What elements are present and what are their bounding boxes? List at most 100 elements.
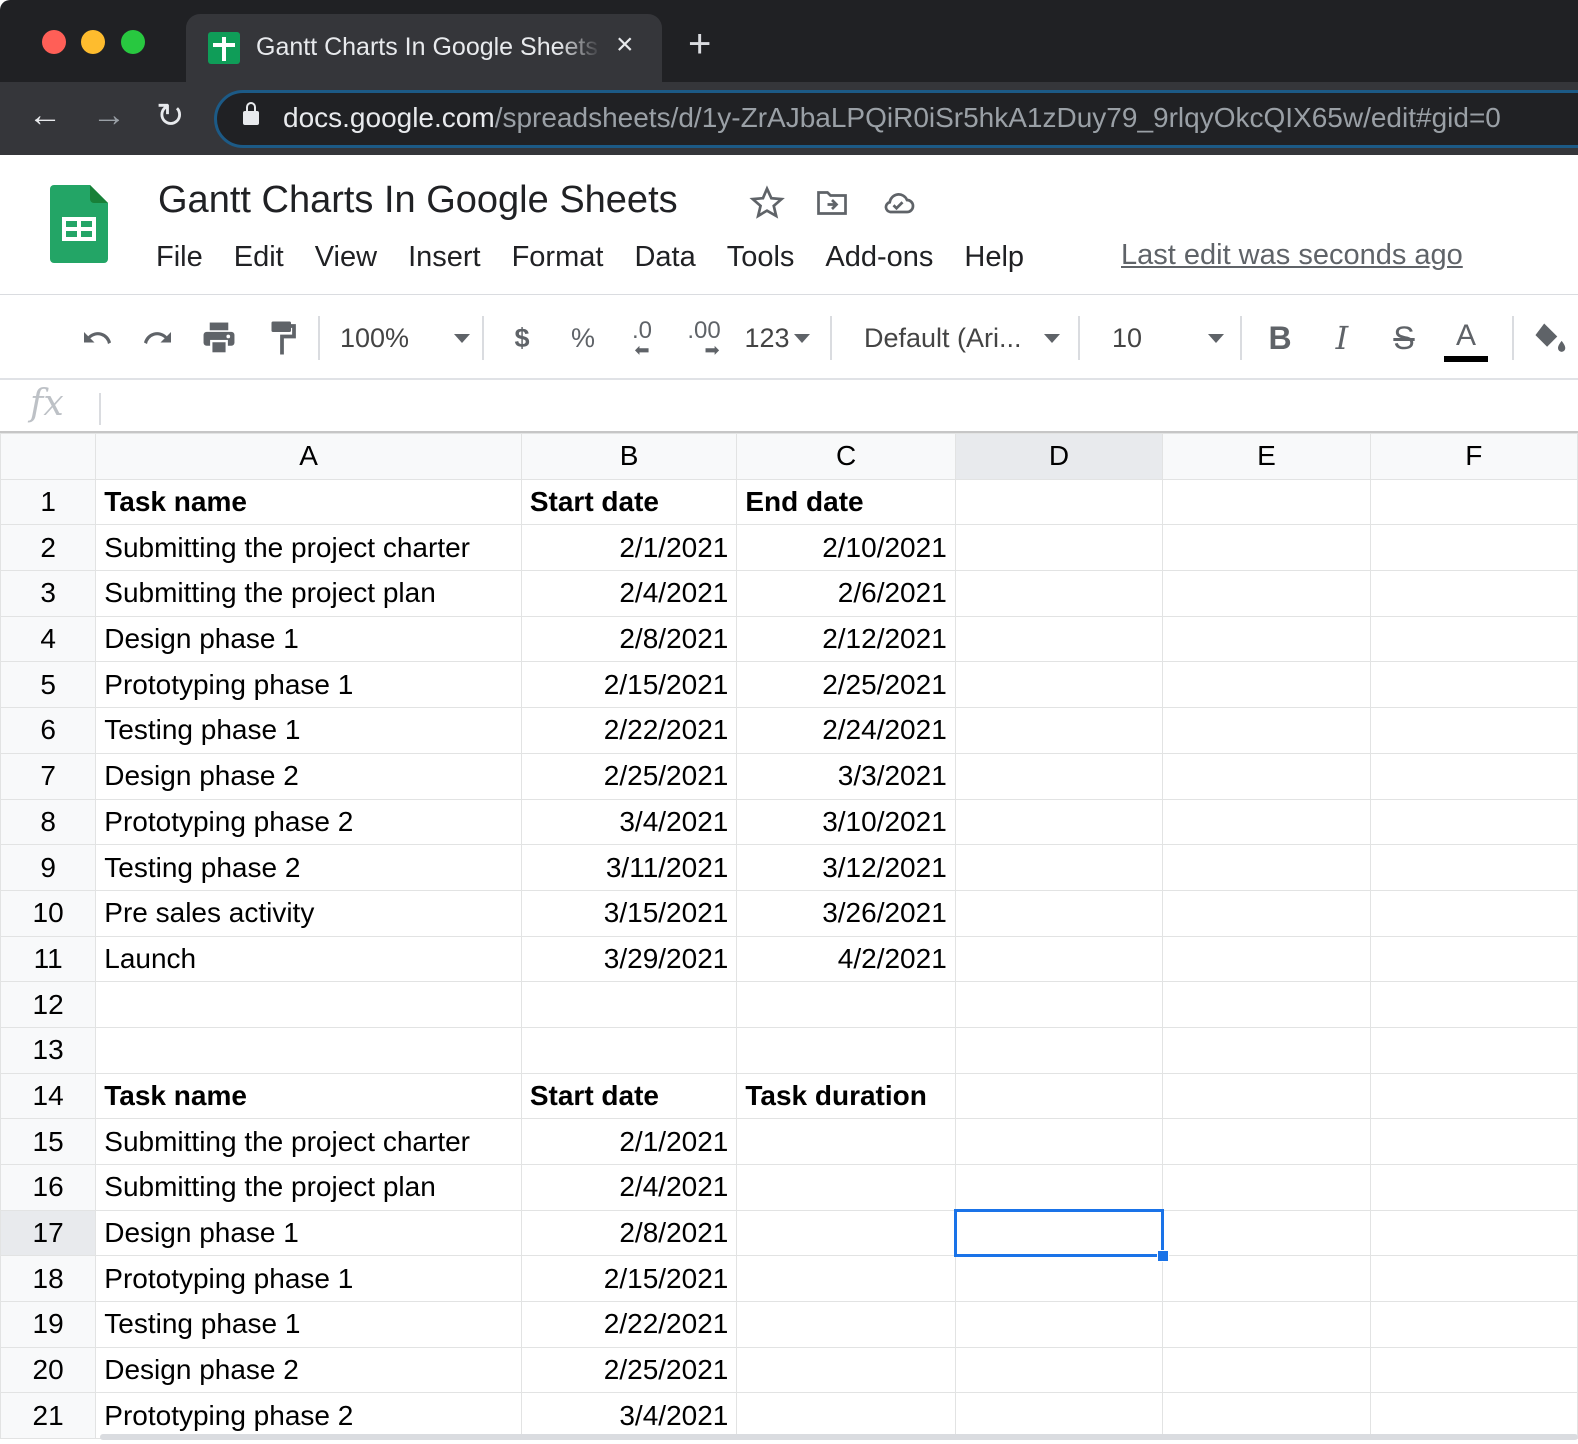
new-tab-button[interactable]: +	[688, 24, 711, 64]
cell-d16[interactable]	[955, 1165, 1163, 1211]
cell-a11[interactable]: Launch	[96, 936, 522, 982]
cell-c21[interactable]	[737, 1393, 955, 1439]
cell-b12[interactable]	[521, 982, 737, 1028]
cell-c12[interactable]	[737, 982, 955, 1028]
cell-f18[interactable]	[1370, 1256, 1577, 1302]
formula-input[interactable]	[112, 387, 1552, 425]
cell-d7[interactable]	[955, 753, 1163, 799]
cell-d21[interactable]	[955, 1393, 1163, 1439]
italic-button[interactable]: I	[1324, 318, 1360, 358]
menu-tools[interactable]: Tools	[727, 241, 795, 274]
currency-format-button[interactable]: $	[506, 318, 538, 358]
row-header[interactable]: 10	[1, 890, 96, 936]
cell-f13[interactable]	[1370, 1027, 1577, 1073]
font-family-select[interactable]: Default (Ari...	[864, 318, 1060, 358]
cell-a13[interactable]	[96, 1027, 522, 1073]
cell-b6[interactable]: 2/22/2021	[521, 708, 737, 754]
row-header[interactable]: 11	[1, 936, 96, 982]
cell-b20[interactable]: 2/25/2021	[521, 1347, 737, 1393]
cell-a16[interactable]: Submitting the project plan	[96, 1165, 522, 1211]
cell-f8[interactable]	[1370, 799, 1577, 845]
cell-d19[interactable]	[955, 1302, 1163, 1348]
cell-e2[interactable]	[1163, 525, 1370, 571]
cell-c10[interactable]: 3/26/2021	[737, 890, 955, 936]
row-header[interactable]: 16	[1, 1165, 96, 1211]
cell-b8[interactable]: 3/4/2021	[521, 799, 737, 845]
cell-a4[interactable]: Design phase 1	[96, 616, 522, 662]
cell-d15[interactable]	[955, 1119, 1163, 1165]
column-header-e[interactable]: E	[1163, 434, 1370, 480]
cell-d20[interactable]	[955, 1347, 1163, 1393]
cell-e14[interactable]	[1163, 1073, 1370, 1119]
menu-edit[interactable]: Edit	[234, 241, 284, 274]
cell-f16[interactable]	[1370, 1165, 1577, 1211]
cell-f4[interactable]	[1370, 616, 1577, 662]
row-header[interactable]: 5	[1, 662, 96, 708]
cell-b4[interactable]: 2/8/2021	[521, 616, 737, 662]
column-header-a[interactable]: A	[96, 434, 522, 480]
cell-f17[interactable]	[1370, 1210, 1577, 1256]
cell-b5[interactable]: 2/15/2021	[521, 662, 737, 708]
cell-b7[interactable]: 2/25/2021	[521, 753, 737, 799]
paint-format-button[interactable]	[262, 318, 302, 358]
cell-a10[interactable]: Pre sales activity	[96, 890, 522, 936]
last-edit-link[interactable]: Last edit was seconds ago	[1121, 239, 1463, 272]
cell-b10[interactable]: 3/15/2021	[521, 890, 737, 936]
cell-d5[interactable]	[955, 662, 1163, 708]
cell-c5[interactable]: 2/25/2021	[737, 662, 955, 708]
cell-f6[interactable]	[1370, 708, 1577, 754]
undo-button[interactable]	[74, 318, 118, 358]
cell-c16[interactable]	[737, 1165, 955, 1211]
cell-a17[interactable]: Design phase 1	[96, 1210, 522, 1256]
cell-a6[interactable]: Testing phase 1	[96, 708, 522, 754]
row-header[interactable]: 15	[1, 1119, 96, 1165]
percent-format-button[interactable]: %	[566, 318, 600, 358]
cell-a21[interactable]: Prototyping phase 2	[96, 1393, 522, 1439]
cloud-saved-icon[interactable]	[880, 185, 916, 221]
row-header[interactable]: 13	[1, 1027, 96, 1073]
cell-e10[interactable]	[1163, 890, 1370, 936]
cell-d18[interactable]	[955, 1256, 1163, 1302]
row-header[interactable]: 1	[1, 479, 96, 525]
cell-e6[interactable]	[1163, 708, 1370, 754]
cell-b15[interactable]: 2/1/2021	[521, 1119, 737, 1165]
cell-b17[interactable]: 2/8/2021	[521, 1210, 737, 1256]
increase-decimal-button[interactable]: .00 ➡	[682, 318, 726, 358]
window-minimize-button[interactable]	[81, 30, 105, 54]
cell-d2[interactable]	[955, 525, 1163, 571]
fill-handle[interactable]	[1157, 1250, 1169, 1262]
row-header[interactable]: 21	[1, 1393, 96, 1439]
cell-b11[interactable]: 3/29/2021	[521, 936, 737, 982]
star-icon[interactable]	[749, 185, 785, 221]
cell-d14[interactable]	[955, 1073, 1163, 1119]
cell-f20[interactable]	[1370, 1347, 1577, 1393]
cell-a19[interactable]: Testing phase 1	[96, 1302, 522, 1348]
menu-file[interactable]: File	[156, 241, 203, 274]
cell-f12[interactable]	[1370, 982, 1577, 1028]
cell-f3[interactable]	[1370, 571, 1577, 617]
cell-b3[interactable]: 2/4/2021	[521, 571, 737, 617]
row-header[interactable]: 12	[1, 982, 96, 1028]
cell-e12[interactable]	[1163, 982, 1370, 1028]
cell-b19[interactable]: 2/22/2021	[521, 1302, 737, 1348]
cell-e5[interactable]	[1163, 662, 1370, 708]
cell-b18[interactable]: 2/15/2021	[521, 1256, 737, 1302]
cell-f14[interactable]	[1370, 1073, 1577, 1119]
column-header-b[interactable]: B	[521, 434, 737, 480]
cell-e16[interactable]	[1163, 1165, 1370, 1211]
cell-d17[interactable]	[955, 1210, 1163, 1256]
cell-b16[interactable]: 2/4/2021	[521, 1165, 737, 1211]
window-zoom-button[interactable]	[121, 30, 145, 54]
row-header[interactable]: 19	[1, 1302, 96, 1348]
row-header[interactable]: 2	[1, 525, 96, 571]
decrease-decimal-button[interactable]: .0 ⬅	[622, 318, 662, 358]
cell-f1[interactable]	[1370, 479, 1577, 525]
cell-a1[interactable]: Task name	[96, 479, 522, 525]
horizontal-scrollbar[interactable]	[100, 1434, 1578, 1440]
cell-a9[interactable]: Testing phase 2	[96, 845, 522, 891]
tab-close-icon[interactable]: ×	[616, 28, 634, 62]
cell-e7[interactable]	[1163, 753, 1370, 799]
cell-b14[interactable]: Start date	[521, 1073, 737, 1119]
cell-e8[interactable]	[1163, 799, 1370, 845]
menu-view[interactable]: View	[315, 241, 377, 274]
